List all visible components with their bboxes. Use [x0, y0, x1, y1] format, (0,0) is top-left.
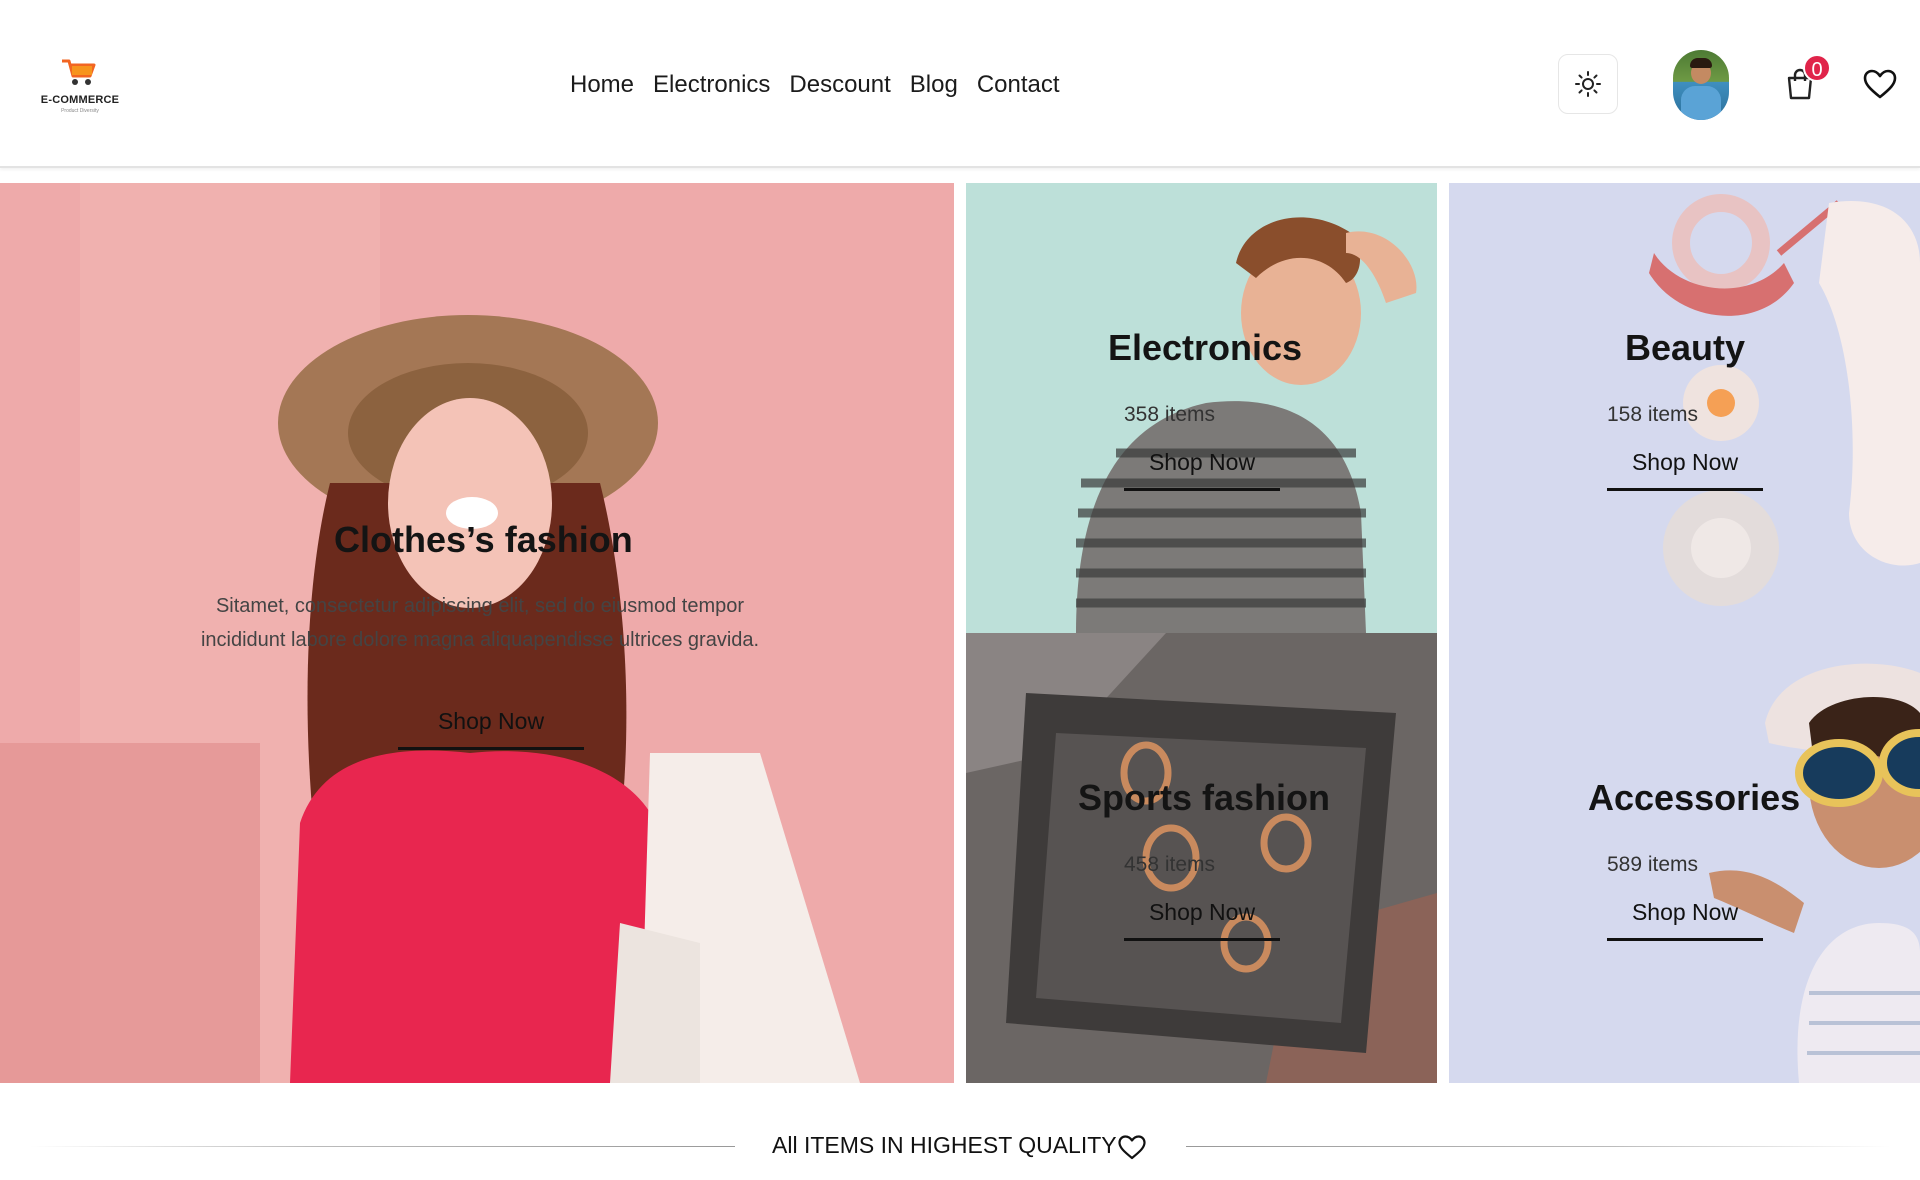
nav-blog[interactable]: Blog: [910, 70, 958, 100]
beauty-item-count: 158 items: [1607, 403, 1699, 426]
site-header: E-COMMERCE Product Diversity Home Electr…: [0, 0, 1920, 168]
logo[interactable]: E-COMMERCE Product Diversity: [38, 56, 122, 120]
nav-descount[interactable]: Descount: [789, 70, 890, 100]
avatar[interactable]: [1673, 50, 1729, 120]
logo-subtext: Product Diversity: [61, 108, 99, 114]
nav-electronics[interactable]: Electronics: [653, 70, 770, 100]
sports-item-count: 458 items: [1124, 853, 1216, 876]
accessories-shop-now-link[interactable]: Shop Now: [1607, 899, 1763, 941]
beauty-title: Beauty: [1625, 327, 1746, 368]
beauty-banner[interactable]: Beauty 158 items Shop Now: [1449, 183, 1920, 633]
clothes-fashion-banner[interactable]: Clothes’s fashion Sitamet, consectetur a…: [0, 183, 954, 1083]
sports-title: Sports fashion: [1078, 777, 1331, 818]
clothes-title: Clothes’s fashion: [334, 519, 633, 560]
clothes-description: Sitamet, consectetur adipiscing elit, se…: [200, 595, 760, 651]
cart-count-badge: 0: [1803, 54, 1831, 82]
beauty-shop-now-link[interactable]: Shop Now: [1607, 449, 1763, 491]
cart-logo-icon: [62, 59, 96, 85]
sports-shop-now-link[interactable]: Shop Now: [1124, 899, 1280, 941]
logo-text: E-COMMERCE: [40, 94, 120, 106]
electronics-shop-now-link[interactable]: Shop Now: [1124, 449, 1280, 491]
sports-fashion-banner[interactable]: Sports fashion 458 items Shop Now: [966, 633, 1437, 1083]
clothes-shop-now-link[interactable]: Shop Now: [398, 708, 584, 750]
quality-divider: All ITEMS IN HIGHEST QUALITY: [0, 1100, 1920, 1180]
avatar-hair: [1690, 58, 1712, 68]
sun-icon: [1575, 71, 1601, 97]
divider-line-left: [30, 1146, 735, 1147]
theme-toggle-button[interactable]: [1558, 54, 1618, 114]
electronics-item-count: 358 items: [1124, 403, 1216, 426]
divider-line-right: [1186, 1146, 1891, 1147]
main-nav: Home Electronics Descount Blog Contact: [570, 70, 1060, 100]
avatar-body: [1681, 86, 1721, 120]
nav-home[interactable]: Home: [570, 70, 634, 100]
heart-icon: [1118, 1135, 1146, 1160]
quality-heading: All ITEMS IN HIGHEST QUALITY: [772, 1132, 1117, 1158]
accessories-item-count: 589 items: [1607, 853, 1699, 876]
heart-icon[interactable]: [1862, 68, 1898, 100]
electronics-title: Electronics: [1108, 327, 1303, 368]
accessories-banner[interactable]: Accessories 589 items Shop Now: [1449, 633, 1920, 1083]
accessories-title: Accessories: [1588, 777, 1801, 818]
electronics-banner[interactable]: Electronics 358 items Shop Now: [966, 183, 1437, 633]
nav-contact[interactable]: Contact: [977, 70, 1060, 100]
